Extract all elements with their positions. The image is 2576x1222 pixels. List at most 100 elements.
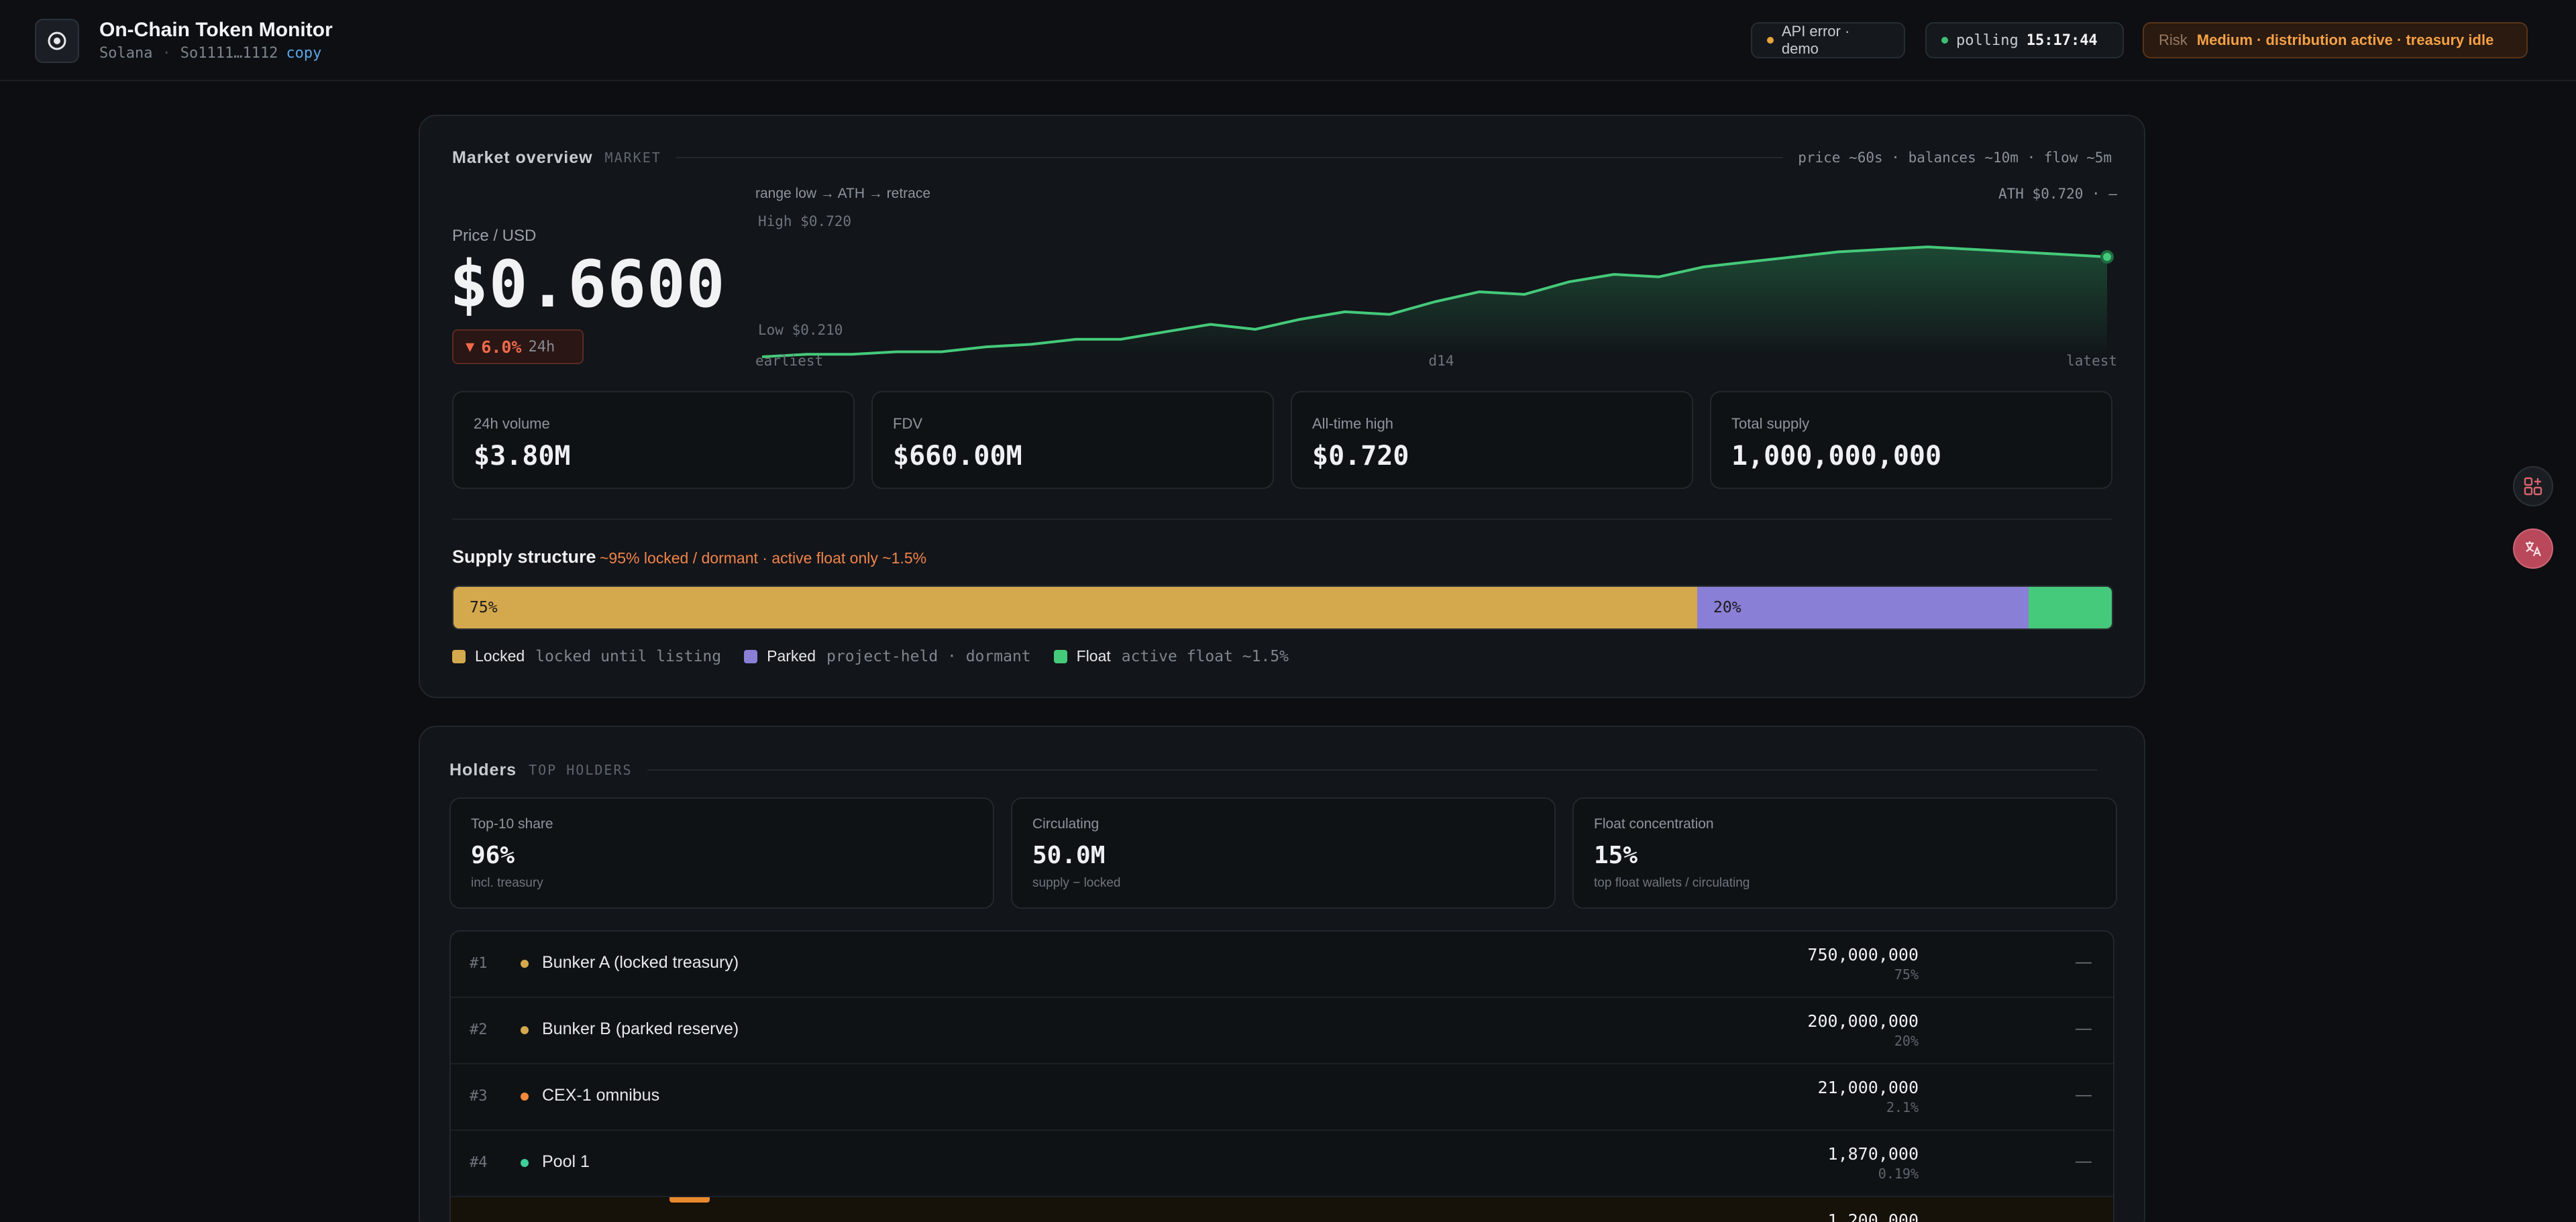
- price-point: [1255, 329, 1256, 330]
- market-tag: MARKET: [604, 150, 661, 166]
- holder-dot-icon: [521, 1093, 529, 1101]
- supply-segment-float[interactable]: [2029, 587, 2112, 628]
- holders-table: #1 Bunker A (locked treasury) 750,000,00…: [449, 930, 2114, 1222]
- holder-dot-icon: [521, 1026, 529, 1034]
- risk-badge[interactable]: Risk Medium · distribution active · trea…: [2143, 22, 2528, 58]
- card-label: Circulating: [1032, 816, 1099, 832]
- holder-rank: #1: [470, 955, 488, 972]
- holder-row[interactable]: #1 Bunker A (locked treasury) 750,000,00…: [451, 932, 2113, 998]
- holders-panel: Holders TOP HOLDERS Top-10 share 96% inc…: [419, 726, 2145, 1222]
- stat-label: Total supply: [1731, 415, 1810, 432]
- holder-rank: #4: [470, 1154, 488, 1171]
- x-tick-label: d14: [1429, 353, 1454, 367]
- price-point: [941, 351, 942, 352]
- legend-name: Parked: [767, 647, 816, 665]
- risk-label: Risk: [2159, 32, 2188, 48]
- card-value: 50.0M: [1032, 842, 1106, 869]
- api-status-pill[interactable]: API error · demo: [1751, 22, 1905, 58]
- price-point: [1300, 319, 1301, 320]
- apps-float-button[interactable]: [2513, 466, 2553, 506]
- holder-row[interactable]: #3 CEX-1 omnibus 21,000,000 2.1% —: [451, 1064, 2113, 1131]
- legend-item-float: Float active float ~1.5%: [1053, 647, 1289, 665]
- holder-percent: 20%: [1894, 1033, 1919, 1049]
- price-change-badge: ▼ 6.0% 24h: [452, 329, 584, 364]
- translate-icon: [2526, 541, 2542, 557]
- x-tick-label: latest: [2066, 353, 2117, 367]
- top-bar: On-Chain Token Monitor Solana · So1111…111…: [0, 0, 2576, 81]
- holder-card-circulating: Circulating 50.0M supply − locked: [1011, 797, 1556, 909]
- stat-card-ath: All-time high $0.720: [1291, 391, 1693, 489]
- polling-label: polling: [1956, 32, 2019, 49]
- supply-segment-parked[interactable]: 20%: [1697, 587, 2029, 628]
- price-change-period: 24h: [528, 338, 555, 355]
- separator: ·: [162, 45, 171, 62]
- holder-row[interactable]: #2 Bunker B (parked reserve) 200,000,000…: [451, 998, 2113, 1064]
- legend-item-parked: Parked project-held · dormant: [744, 647, 1031, 665]
- polling-time: 15:17:44: [2026, 32, 2098, 49]
- supply-legend: Locked locked until listing Parked proje…: [452, 647, 1311, 665]
- supply-subtitle: ~95% locked / dormant · active float onl…: [600, 549, 927, 567]
- price-value: $0.6600: [449, 247, 726, 322]
- holder-percent: 0.19%: [1878, 1166, 1919, 1182]
- card-sub: supply − locked: [1032, 876, 1121, 890]
- stat-label: All-time high: [1312, 415, 1394, 432]
- price-point: [1703, 266, 1704, 267]
- holder-change: —: [2076, 1086, 2092, 1104]
- refresh-intervals: price ~60s · balances ~10m · flow ~5m: [1798, 150, 2112, 166]
- stat-value: $660.00M: [893, 441, 1022, 471]
- holder-amount: 1,870,000: [1827, 1144, 1919, 1164]
- translate-float-button[interactable]: [2513, 529, 2553, 569]
- price-point: [1165, 331, 1166, 332]
- stat-value: $0.720: [1312, 441, 1409, 471]
- holder-percent: 75%: [1894, 966, 1919, 983]
- card-label: Float concentration: [1594, 816, 1714, 832]
- holder-rank: #3: [470, 1088, 488, 1105]
- risk-value: Medium · distribution active · treasury …: [2196, 32, 2494, 48]
- chain-name: Solana: [99, 45, 153, 62]
- supply-segment-locked[interactable]: 75%: [453, 587, 1697, 628]
- stat-value: 1,000,000,000: [1731, 441, 1942, 471]
- price-point: [1344, 311, 1345, 312]
- legend-name: Locked: [475, 647, 525, 665]
- card-value: 96%: [471, 842, 515, 869]
- holder-change: —: [2076, 1152, 2092, 1170]
- card-sub: incl. treasury: [471, 876, 543, 890]
- token-subline: Solana · So1111…1112 copy: [99, 45, 321, 62]
- stat-label: FDV: [893, 415, 922, 432]
- holders-section-header: Holders TOP HOLDERS: [449, 757, 2112, 783]
- card-value: 15%: [1594, 842, 1638, 869]
- holder-amount: 1,200,000: [1827, 1211, 1919, 1222]
- copy-address-button[interactable]: copy: [286, 45, 321, 62]
- holder-row[interactable]: #4 Pool 1 1,870,000 0.19% —: [451, 1131, 2113, 1197]
- legend-swatch: [452, 649, 466, 663]
- price-chart: range low → ATH → retrace ATH $0.720 · —…: [755, 186, 2117, 367]
- polling-status-pill[interactable]: polling 15:17:44: [1925, 22, 2124, 58]
- x-tick-label: earliest: [755, 353, 823, 367]
- legend-item-locked: Locked locked until listing: [452, 647, 721, 665]
- legend-swatch: [1053, 649, 1067, 663]
- grid-plus-icon: [2524, 477, 2542, 496]
- holder-name: Pool 1: [542, 1152, 590, 1171]
- holder-card-top10: Top-10 share 96% incl. treasury: [449, 797, 994, 909]
- card-label: Top-10 share: [471, 816, 553, 832]
- token-address: So1111…1112: [180, 45, 278, 62]
- stat-card-total-supply: Total supply 1,000,000,000: [1710, 391, 2112, 489]
- price-point: [1389, 314, 1390, 315]
- market-overview-panel: Market overview MARKET price ~60s · bala…: [419, 115, 2145, 698]
- holder-change: —: [2076, 953, 2092, 971]
- polling-dot-icon: [1941, 37, 1948, 44]
- holder-percent: 2.1%: [1886, 1099, 1919, 1115]
- holder-tag-badge: [669, 1197, 710, 1203]
- holder-name: Bunker A (locked treasury): [542, 953, 739, 972]
- holder-amount: 750,000,000: [1807, 945, 1919, 964]
- holder-row[interactable]: 1,200,000: [451, 1197, 2113, 1222]
- chart-high-annotation: High $0.720: [758, 213, 851, 229]
- api-status-text: API error · demo: [1781, 23, 1850, 57]
- market-title: Market overview: [452, 148, 593, 167]
- app-logo[interactable]: [35, 19, 79, 63]
- down-arrow-icon: ▼: [466, 338, 475, 355]
- section-divider: [676, 157, 1784, 158]
- price-point[interactable]: [2100, 249, 2114, 264]
- section-divider: [452, 518, 2112, 520]
- token-logo-icon: [48, 32, 66, 50]
